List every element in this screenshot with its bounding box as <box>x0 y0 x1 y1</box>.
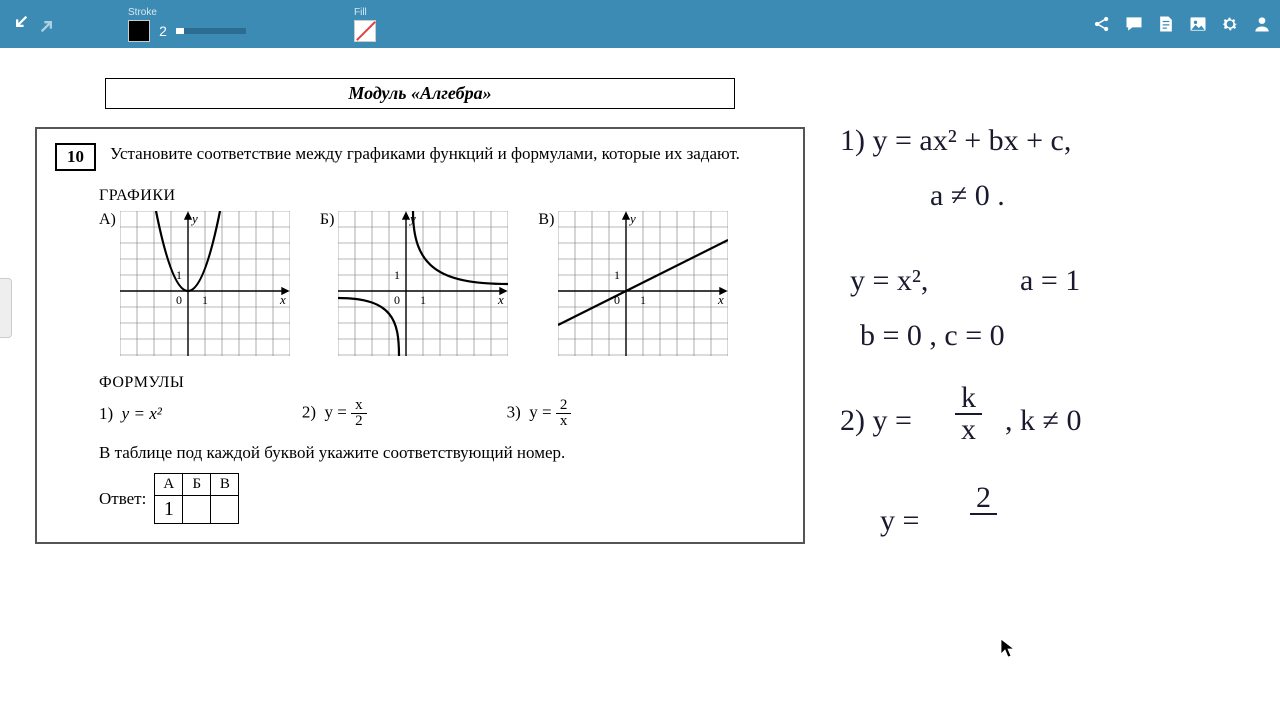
hw-line-5d: , k ≠ 0 <box>1005 398 1081 443</box>
svg-text:y: y <box>190 211 198 226</box>
graph-b: Б) y <box>320 211 509 356</box>
hint-text: В таблице под каждой буквой укажите соот… <box>99 443 785 463</box>
formula-1: 1) y = x² <box>99 404 162 424</box>
stroke-group: Stroke 2 <box>128 7 246 42</box>
svg-text:y: y <box>408 211 416 226</box>
answer-row: Ответ: А Б В 1 <box>99 473 785 524</box>
stroke-width-value: 2 <box>156 23 170 39</box>
image-icon[interactable] <box>1188 14 1208 34</box>
svg-text:x: x <box>497 292 504 307</box>
formulas-row: 1) y = x² 2) y = x2 3) y = 2x <box>99 398 785 429</box>
handwriting-area: 1) y = ax² + bx + c, a ≠ 0 . y = x², a =… <box>840 118 1260 678</box>
graph-c: В) y <box>538 211 728 356</box>
fill-label: Fill <box>354 7 376 18</box>
svg-text:1: 1 <box>176 268 182 282</box>
hw-line-3b: a = 1 <box>1020 258 1080 303</box>
graph-b-label: Б) <box>320 211 335 356</box>
answer-cell-b <box>183 496 211 524</box>
answer-table: А Б В 1 <box>154 473 239 524</box>
svg-text:1: 1 <box>614 268 620 282</box>
svg-text:1: 1 <box>420 293 426 307</box>
user-icon[interactable] <box>1252 14 1272 34</box>
formula-2: 2) y = x2 <box>302 398 367 429</box>
svg-text:0: 0 <box>394 293 400 307</box>
graph-a-label: А) <box>99 211 116 356</box>
answer-header-a: А <box>155 474 183 496</box>
graph-c-label: В) <box>538 211 554 356</box>
hw-frac-k: k <box>955 383 982 415</box>
stroke-label: Stroke <box>128 7 246 18</box>
svg-text:x: x <box>717 292 724 307</box>
worksheet: Модуль «Алгебра» 10 Установите соответст… <box>35 78 805 544</box>
hw-frac-2: 2 <box>970 483 997 515</box>
answer-label: Ответ: <box>99 489 146 509</box>
toolbar: Stroke 2 Fill <box>0 0 1280 48</box>
question-number: 10 <box>55 143 96 171</box>
hw-line-1: 1) y = ax² + bx + c, <box>840 118 1071 163</box>
fill-color-swatch[interactable] <box>354 20 376 42</box>
mouse-cursor-icon <box>1000 638 1016 663</box>
graphs-row: А) y <box>99 211 785 356</box>
hw-line-4: b = 0 , c = 0 <box>860 313 1005 358</box>
hw-line-2: a ≠ 0 . <box>930 173 1005 218</box>
canvas[interactable]: Модуль «Алгебра» 10 Установите соответст… <box>0 48 1280 720</box>
arrow-out-icon[interactable] <box>38 13 60 35</box>
question-text: Установите соответствие между графиками … <box>110 143 740 166</box>
graphs-heading: ГРАФИКИ <box>99 187 785 205</box>
svg-text:1: 1 <box>202 293 208 307</box>
formula-3: 3) y = 2x <box>507 398 572 429</box>
problem-box: 10 Установите соответствие между графика… <box>35 127 805 544</box>
svg-text:1: 1 <box>640 293 646 307</box>
answer-cell-c <box>211 496 239 524</box>
hw-line-6a: y = <box>880 498 919 543</box>
fill-group: Fill <box>354 7 376 42</box>
hw-line-5a: 2) y = <box>840 398 912 443</box>
svg-text:1: 1 <box>394 268 400 282</box>
svg-text:x: x <box>279 292 286 307</box>
toolbar-right <box>1092 14 1272 34</box>
svg-text:0: 0 <box>176 293 182 307</box>
share-icon[interactable] <box>1092 14 1112 34</box>
answer-cell-a: 1 <box>155 496 183 524</box>
stroke-width-slider[interactable] <box>176 28 246 34</box>
formulas-heading: ФОРМУЛЫ <box>99 374 785 392</box>
hw-line-3a: y = x², <box>850 258 928 303</box>
gear-icon[interactable] <box>1220 14 1240 34</box>
svg-text:0: 0 <box>614 293 620 307</box>
stroke-color-swatch[interactable] <box>128 20 150 42</box>
toolbar-left: Stroke 2 Fill <box>8 7 376 42</box>
hw-frac-x: x <box>955 415 982 445</box>
comment-icon[interactable] <box>1124 14 1144 34</box>
arrow-in-icon[interactable] <box>8 13 30 35</box>
document-icon[interactable] <box>1156 14 1176 34</box>
answer-header-b: Б <box>183 474 211 496</box>
module-title: Модуль «Алгебра» <box>105 78 735 109</box>
side-tab-handle[interactable] <box>0 278 12 338</box>
graph-a: А) y <box>99 211 290 356</box>
svg-text:y: y <box>628 211 636 226</box>
answer-header-c: В <box>211 474 239 496</box>
